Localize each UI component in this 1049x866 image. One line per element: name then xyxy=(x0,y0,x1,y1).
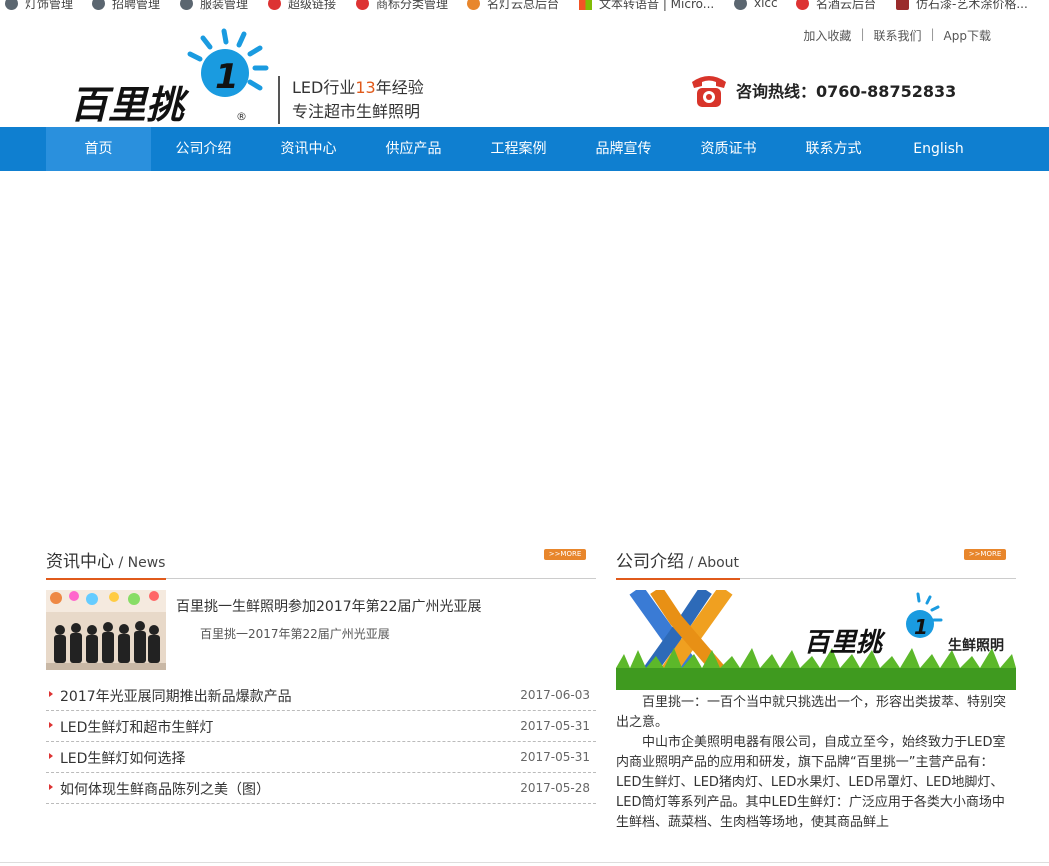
svg-text:百里挑: 百里挑 xyxy=(70,83,190,122)
news-section-title: 资讯中心 / News xyxy=(46,552,166,572)
red-pin-icon xyxy=(268,0,281,10)
list-item[interactable]: LED生鲜灯如何选择 2017-05-31 xyxy=(46,742,596,773)
app-download-link[interactable]: App下载 xyxy=(944,27,991,44)
news-featured-desc: 百里挑一2017年第22届广州光亚展 xyxy=(200,627,390,641)
about-section-header: 公司介绍 / About >>MORE xyxy=(616,543,1016,580)
telephone-icon xyxy=(692,76,726,107)
nav-item-contact[interactable]: 联系方式 xyxy=(781,127,886,171)
nav-item-brand[interactable]: 品牌宣传 xyxy=(571,127,676,171)
list-item[interactable]: 2017年光亚展同期推出新品爆款产品 2017-06-03 xyxy=(46,680,596,711)
bookmark-item[interactable]: 商标分类管理 xyxy=(356,0,448,11)
bookmark-item[interactable]: 超级链接 xyxy=(268,0,336,11)
top-links: 加入收藏 | 联系我们 | App下载 xyxy=(803,27,991,44)
red-h-icon xyxy=(356,0,369,10)
nav-item-cases[interactable]: 工程案例 xyxy=(466,127,571,171)
bookmark-item[interactable]: 灯饰管理 xyxy=(5,0,73,11)
hotline: 咨询热线：0760-88752833 xyxy=(688,70,956,110)
nav-item-news[interactable]: 资讯中心 xyxy=(256,127,361,171)
bookmarks-bar: 灯饰管理 招聘管理 服装管理 超级链接 商标分类管理 名灯云总后台 文本转语音 … xyxy=(0,0,1049,12)
news-list: 2017年光亚展同期推出新品爆款产品 2017-06-03 LED生鲜灯和超市生鲜… xyxy=(46,680,596,804)
list-item[interactable]: 如何体现生鲜商品陈列之美（图） 2017-05-28 xyxy=(46,773,596,804)
contact-link[interactable]: 联系我们 xyxy=(873,27,921,44)
main-nav: 首页 公司介绍 资讯中心 供应产品 工程案例 品牌宣传 资质证书 联系方式 En… xyxy=(0,127,1049,171)
news-thumbnail[interactable] xyxy=(46,590,166,670)
bullet-arrow-icon xyxy=(49,753,53,759)
nav-item-products[interactable]: 供应产品 xyxy=(361,127,466,171)
separator: | xyxy=(930,27,935,41)
about-more-button[interactable]: >>MORE xyxy=(964,549,1006,560)
globe-icon xyxy=(92,0,105,10)
red-percent-icon xyxy=(796,0,809,10)
news-section-header: 资讯中心 / News >>MORE xyxy=(46,543,596,580)
separator: | xyxy=(860,27,865,41)
bookmark-item[interactable]: xlcc xyxy=(734,0,778,11)
nav-item-home[interactable]: 首页 xyxy=(46,127,151,171)
logo-graphic: 1 百里挑 ® xyxy=(70,28,269,127)
nav-item-certificates[interactable]: 资质证书 xyxy=(676,127,781,171)
news-featured-title[interactable]: 百里挑一生鲜照明参加2017年第22届广州光亚展 xyxy=(176,596,576,616)
slogan-line-2: 专注超市生鲜照明 xyxy=(292,102,421,121)
svg-text:生鲜照明: 生鲜照明 xyxy=(948,637,1004,654)
globe-icon xyxy=(734,0,747,10)
hotline-text: 咨询热线：0760-88752833 xyxy=(736,82,957,101)
svg-text:1: 1 xyxy=(914,615,928,639)
divider xyxy=(0,862,1049,863)
news-more-button[interactable]: >>MORE xyxy=(544,549,586,560)
globe-icon xyxy=(180,0,193,10)
orange-percent-icon xyxy=(467,0,480,10)
bookmark-item[interactable]: 文本转语音 | Micro... xyxy=(579,0,714,11)
globe-icon xyxy=(5,0,18,10)
svg-text:百里挑: 百里挑 xyxy=(804,628,886,658)
bookmark-item[interactable]: 仿石漆-艺术涂价格... xyxy=(896,0,1028,11)
nav-item-about[interactable]: 公司介绍 xyxy=(151,127,256,171)
bookmark-item[interactable]: 名酒云后台 xyxy=(796,0,876,11)
bookmark-item[interactable]: 服装管理 xyxy=(180,0,248,11)
bullet-arrow-icon xyxy=(49,784,53,790)
slogan: LED行业13年经验 专注超市生鲜照明 xyxy=(278,76,424,124)
about-paragraph-1: 百里挑一：一百个当中就只挑选出一个，形容出类拔萃、特别突出之意。 xyxy=(616,695,1007,730)
book-icon xyxy=(896,0,909,10)
about-text: 百里挑一：一百个当中就只挑选出一个，形容出类拔萃、特别突出之意。 中山市企美照明… xyxy=(616,693,1016,833)
title-underline xyxy=(616,578,740,580)
title-underline xyxy=(46,578,166,580)
bookmark-item[interactable]: 招聘管理 xyxy=(92,0,160,11)
nav-item-english[interactable]: English xyxy=(886,127,991,171)
slogan-line-1: LED行业13年经验 xyxy=(292,78,424,97)
bookmark-item[interactable]: 名灯云总后台 xyxy=(467,0,559,11)
svg-text:®: ® xyxy=(236,110,247,122)
bullet-arrow-icon xyxy=(49,722,53,728)
about-banner-image: 1 百里挑 生鲜照明 xyxy=(616,590,1016,690)
logo[interactable]: 1 百里挑 ® xyxy=(70,28,270,127)
about-paragraph-2: 中山市企美照明电器有限公司，自成立至今，始终致力于LED室内商业照明产品的应用和… xyxy=(616,735,1006,830)
add-favorite-link[interactable]: 加入收藏 xyxy=(803,27,851,44)
list-item[interactable]: LED生鲜灯和超市生鲜灯 2017-05-31 xyxy=(46,711,596,742)
microsoft-icon xyxy=(579,0,592,10)
bullet-arrow-icon xyxy=(49,691,53,697)
about-section-title: 公司介绍 / About xyxy=(616,552,740,572)
svg-text:1: 1 xyxy=(215,57,239,97)
